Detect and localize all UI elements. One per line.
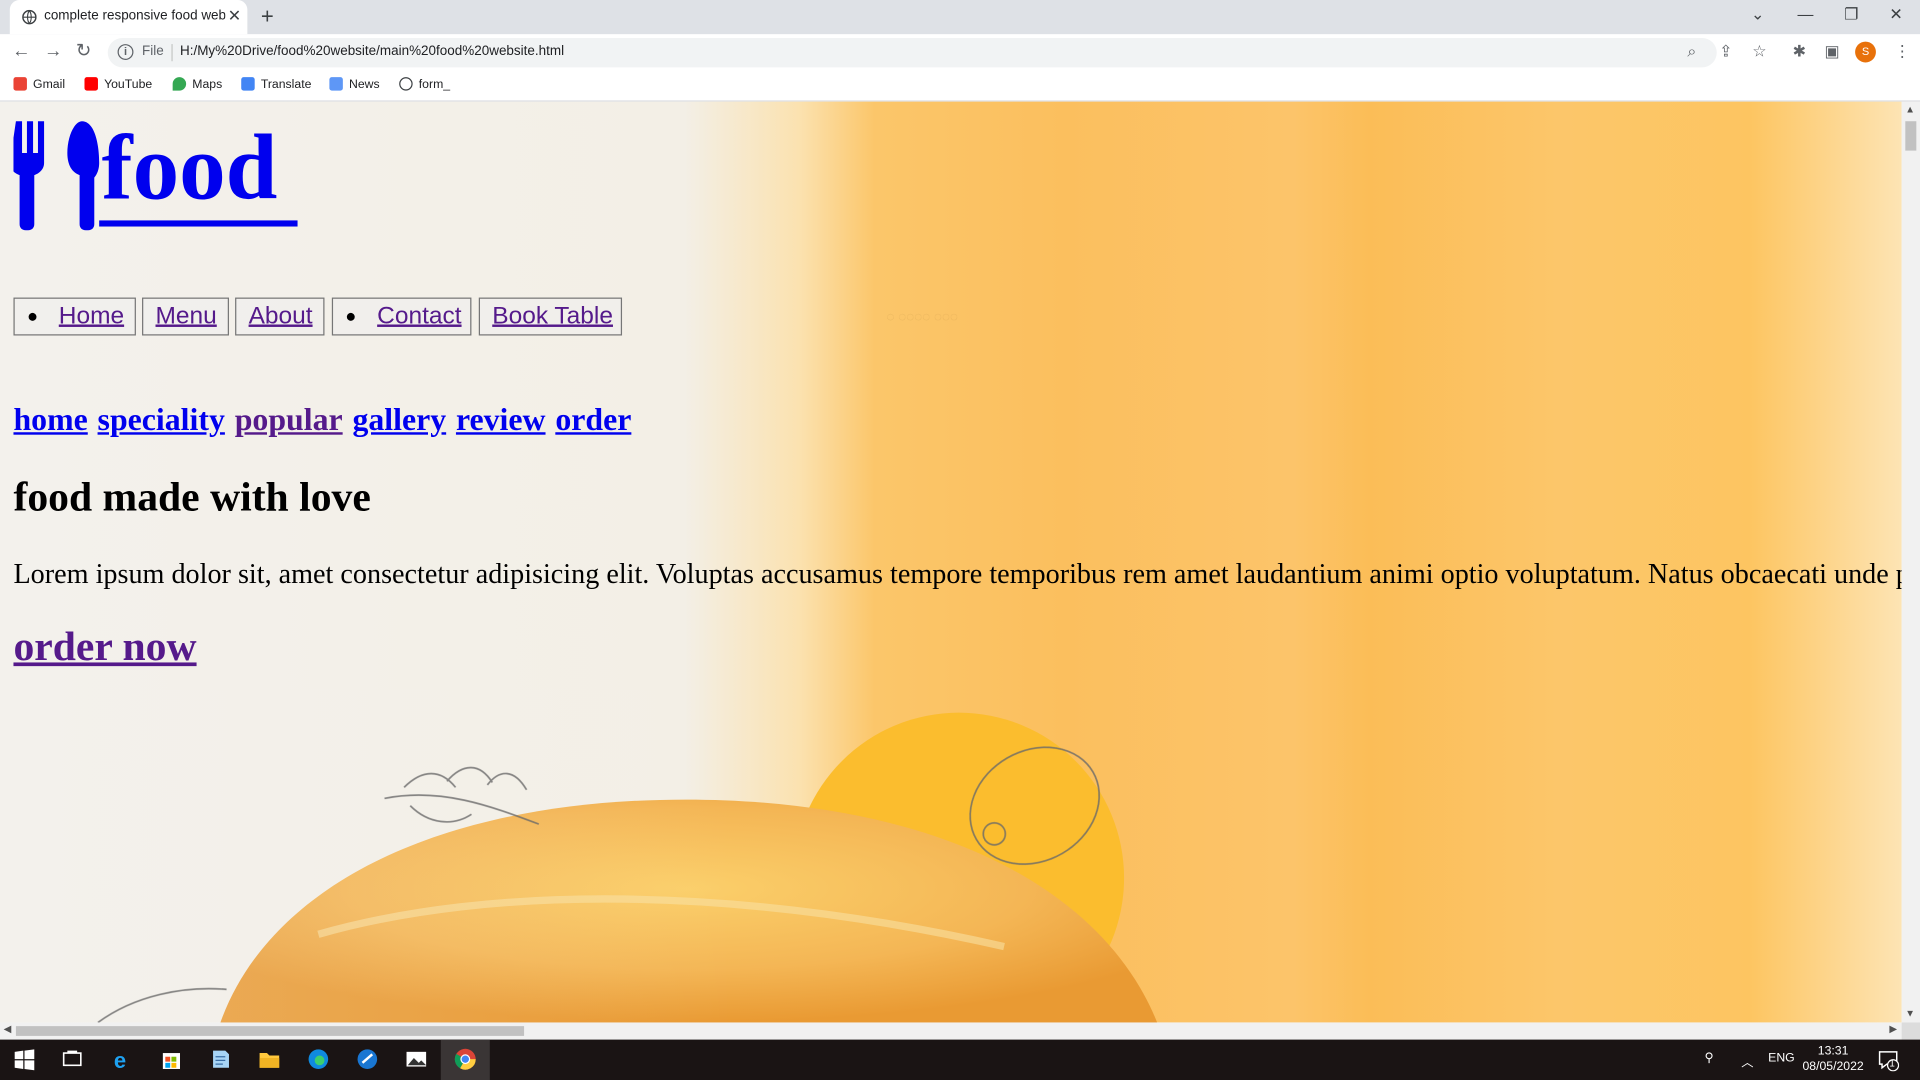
logo-text: food	[101, 116, 278, 220]
clock-date: 08/05/2022	[1802, 1060, 1864, 1074]
notepad-icon[interactable]	[208, 1047, 232, 1071]
tab-title: complete responsive food website	[44, 8, 226, 24]
browser-tab[interactable]: complete responsive food website ✕	[9, 0, 248, 35]
link-popular[interactable]: popular	[235, 402, 343, 438]
store-icon[interactable]	[159, 1047, 183, 1071]
windows-taskbar: e ⚲ ︿ ENG 13:31 08/05/2022 1	[0, 1039, 1920, 1080]
globe-icon	[399, 77, 413, 91]
nav-about-button[interactable]: About	[235, 297, 325, 336]
scroll-down-icon[interactable]: ▼	[1905, 1008, 1915, 1019]
youtube-icon	[84, 77, 98, 91]
bookmarks-bar: Gmail YouTube Maps Translate News form_	[0, 71, 1920, 102]
vertical-scroll-thumb[interactable]	[1905, 121, 1917, 151]
back-icon[interactable]: ←	[12, 40, 30, 62]
scroll-up-icon[interactable]: ▲	[1905, 104, 1915, 115]
internet-explorer-icon[interactable]: e	[110, 1047, 134, 1072]
link-speciality[interactable]: speciality	[98, 402, 225, 438]
order-now-link[interactable]: order now	[13, 624, 196, 671]
edge-icon[interactable]	[306, 1047, 330, 1071]
scheme-label: File	[142, 44, 164, 59]
nav-book-table-label: Book Table	[492, 302, 613, 330]
site-info-icon[interactable]: i	[117, 44, 134, 60]
notification-count: 1	[1889, 1057, 1895, 1069]
new-tab-icon[interactable]: +	[261, 5, 274, 27]
link-gallery[interactable]: gallery	[352, 402, 446, 438]
close-tab-icon[interactable]: ✕	[228, 7, 241, 24]
address-divider	[171, 44, 173, 62]
link-review[interactable]: review	[456, 402, 546, 438]
nav-book-table-button[interactable]: Book Table	[478, 297, 623, 336]
bookmark-news[interactable]: News	[329, 77, 380, 92]
nav-menu-button[interactable]: Menu	[142, 297, 229, 336]
svg-text:e: e	[114, 1048, 126, 1072]
bullet-icon: ●	[345, 306, 357, 327]
hero-heading: food made with love	[13, 475, 371, 521]
bullet-icon: ●	[26, 306, 39, 327]
photos-icon[interactable]	[404, 1047, 428, 1071]
horizontal-scroll-thumb[interactable]	[15, 1026, 525, 1036]
address-bar[interactable]: i File H:/My%20Drive/food%20website/main…	[107, 37, 1767, 68]
nav-menu-label: Menu	[155, 302, 217, 330]
language-indicator[interactable]: ENG	[1768, 1052, 1795, 1065]
logo-underline	[99, 220, 298, 227]
windows-start-icon[interactable]	[12, 1047, 36, 1071]
news-icon	[329, 77, 343, 91]
reload-icon[interactable]: ↻	[76, 40, 91, 62]
hero-paragraph: Lorem ipsum dolor sit, amet consectetur …	[13, 558, 1902, 589]
nav-about-label: About	[248, 302, 313, 330]
chrome-icon[interactable]	[453, 1047, 477, 1071]
nav-contact-button[interactable]: ● Contact	[331, 297, 472, 336]
zoom-icon[interactable]: ⌕	[1687, 42, 1696, 62]
screen: complete responsive food website ✕ + ⌄ —…	[0, 0, 1920, 1080]
horizontal-scrollbar[interactable]: ◀ ▶	[0, 1022, 1902, 1040]
gmail-icon	[13, 77, 27, 91]
section-links: home speciality popular gallery review order	[13, 402, 641, 439]
bookmark-form[interactable]: form_	[399, 77, 450, 92]
tab-strip: complete responsive food website ✕ + ⌄ —…	[0, 0, 1920, 35]
bookmark-star-icon[interactable]: ☆	[1752, 42, 1766, 62]
minimize-icon[interactable]: —	[1798, 6, 1814, 23]
extensions-icon[interactable]: ✱	[1793, 42, 1806, 62]
forward-icon[interactable]: →	[44, 40, 62, 62]
close-window-icon[interactable]: ✕	[1889, 6, 1902, 23]
scroll-left-icon[interactable]: ◀	[4, 1024, 12, 1035]
background-watermark: ◌ ◌◌◌◌ ◌◌◌	[886, 309, 959, 325]
globe-icon	[22, 9, 37, 25]
bookmark-gmail[interactable]: Gmail	[13, 77, 65, 92]
maps-icon	[172, 77, 187, 91]
url-text[interactable]: H:/My%20Drive/food%20website/main%20food…	[180, 44, 564, 59]
page-viewport: ◌ ◌◌◌◌ ◌◌◌ food ● Home Menu About ● Cont…	[0, 101, 1902, 1023]
action-center-icon[interactable]	[1877, 1049, 1900, 1072]
app-icon[interactable]	[355, 1047, 379, 1071]
clock-time: 13:31	[1817, 1044, 1849, 1058]
scroll-right-icon[interactable]: ▶	[1889, 1024, 1897, 1035]
link-order[interactable]: order	[555, 402, 631, 438]
bookmark-maps[interactable]: Maps	[172, 77, 222, 92]
tab-search-icon[interactable]: ⌄	[1751, 6, 1764, 23]
nav-contact-label: Contact	[377, 302, 462, 330]
nav-home-button[interactable]: ● Home	[13, 297, 136, 336]
people-icon[interactable]: ⚲	[1704, 1052, 1713, 1065]
utensils-icon	[13, 121, 100, 231]
link-home[interactable]: home	[13, 402, 87, 438]
menu-kebab-icon[interactable]: ⋮	[1894, 42, 1910, 62]
translate-icon	[241, 77, 255, 91]
share-icon[interactable]: ⇪	[1719, 42, 1732, 62]
nav-home-label: Home	[58, 302, 125, 330]
task-view-icon[interactable]	[60, 1047, 84, 1071]
bookmark-translate[interactable]: Translate	[241, 77, 311, 92]
chevron-up-icon[interactable]: ︿	[1741, 1052, 1753, 1070]
scrollbar-corner	[1901, 1022, 1920, 1040]
side-panel-icon[interactable]: ▣	[1824, 42, 1839, 62]
file-explorer-icon[interactable]	[257, 1047, 281, 1071]
vertical-scrollbar[interactable]: ▲ ▼	[1901, 101, 1920, 1023]
profile-avatar[interactable]: S	[1855, 41, 1876, 63]
taskbar-active-app[interactable]	[440, 1039, 490, 1080]
bookmark-youtube[interactable]: YouTube	[84, 77, 152, 92]
system-clock[interactable]: 13:31 08/05/2022	[1802, 1043, 1863, 1075]
restore-icon[interactable]: ❐	[1844, 6, 1858, 23]
